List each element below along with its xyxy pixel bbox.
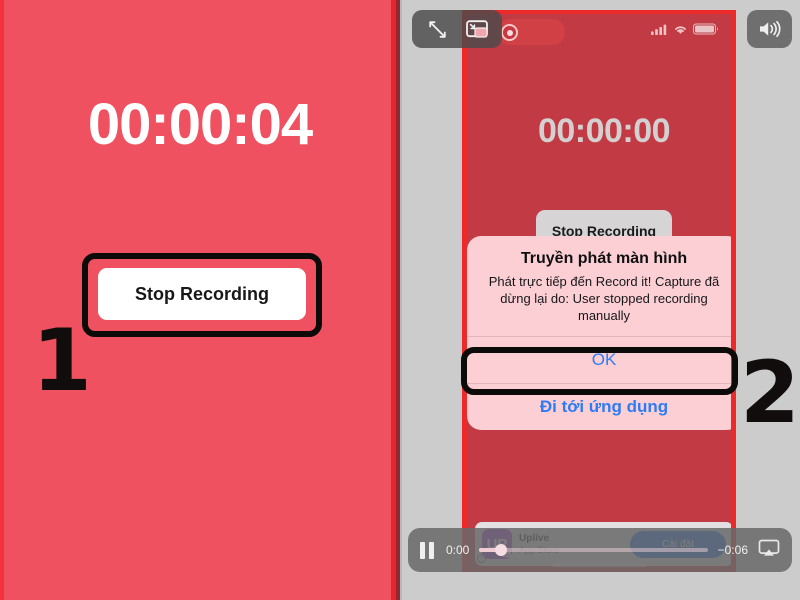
volume-icon[interactable] [747,10,792,48]
left-screenshot-panel: 00:00:04 Stop Recording 1 [0,0,400,600]
left-edge-stripe-inner [4,0,7,600]
record-dot-icon [501,24,518,41]
panel-divider [400,0,402,600]
current-time-label: 0:00 [446,543,470,557]
dialog-message: Phát trực tiếp đến Record it! Capture đã… [488,274,720,324]
record-dot-core [506,29,513,36]
screen-broadcast-alert-dialog: Truyền phát màn hình Phát trực tiếp đến … [467,236,731,431]
dialog-title: Truyền phát màn hình [520,250,688,267]
right-screenshot-panel: 00:00:00 Stop Recording Truyền phát màn … [400,0,800,600]
wifi-icon [673,22,688,40]
pause-bar-right [428,541,434,559]
video-player-controls: 0:00 −0:06 [408,528,792,572]
step-marker-1: 1 [32,311,92,411]
player-top-controls [412,10,502,48]
remaining-time-label: −0:06 [717,543,748,557]
progress-scrubber[interactable] [479,543,708,557]
recording-timer-large: 00:00:04 [87,92,313,157]
pause-icon[interactable] [420,541,436,559]
screenshot-root: 00:00:04 Stop Recording 1 00:00:00 Stop … [0,0,800,600]
phone-screen-content: 00:00:00 Stop Recording Truyền phát màn … [467,14,731,572]
recording-timer-small: 00:00:00 [537,112,671,150]
status-bar [651,22,719,40]
airplay-icon[interactable] [758,539,780,562]
progress-track [479,548,708,552]
pause-bar-left [420,541,425,559]
highlight-annotation-ok-button [461,347,738,395]
battery-icon [693,22,719,40]
phone-video-surface: 00:00:00 Stop Recording Truyền phát màn … [462,10,736,572]
highlight-annotation-stop-recording [82,253,322,337]
signal-bars-icon [651,22,668,40]
step-marker-2: 2 [740,343,800,443]
picture-in-picture-icon[interactable] [458,12,496,46]
progress-knob[interactable] [495,544,508,556]
expand-fullscreen-icon[interactable] [418,12,456,46]
